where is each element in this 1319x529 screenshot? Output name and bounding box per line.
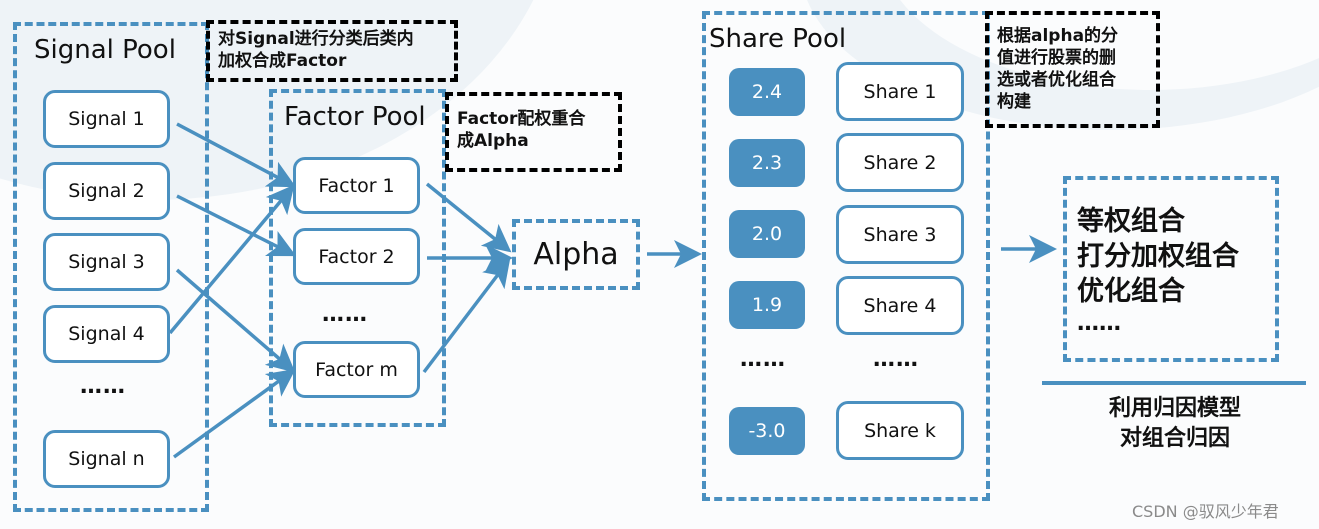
arrow-signal3-factorm (175, 268, 296, 373)
arrow-signaln-factorm (172, 368, 296, 459)
arrow-factor1-alpha (425, 182, 512, 253)
arrow-signal1-factor1 (176, 122, 297, 188)
arrow-signal4-factor1 (168, 184, 295, 335)
arrow-factorm-alpha (422, 258, 511, 374)
arrow-signal2-factor2 (176, 194, 297, 257)
connector-layer (168, 122, 1057, 459)
